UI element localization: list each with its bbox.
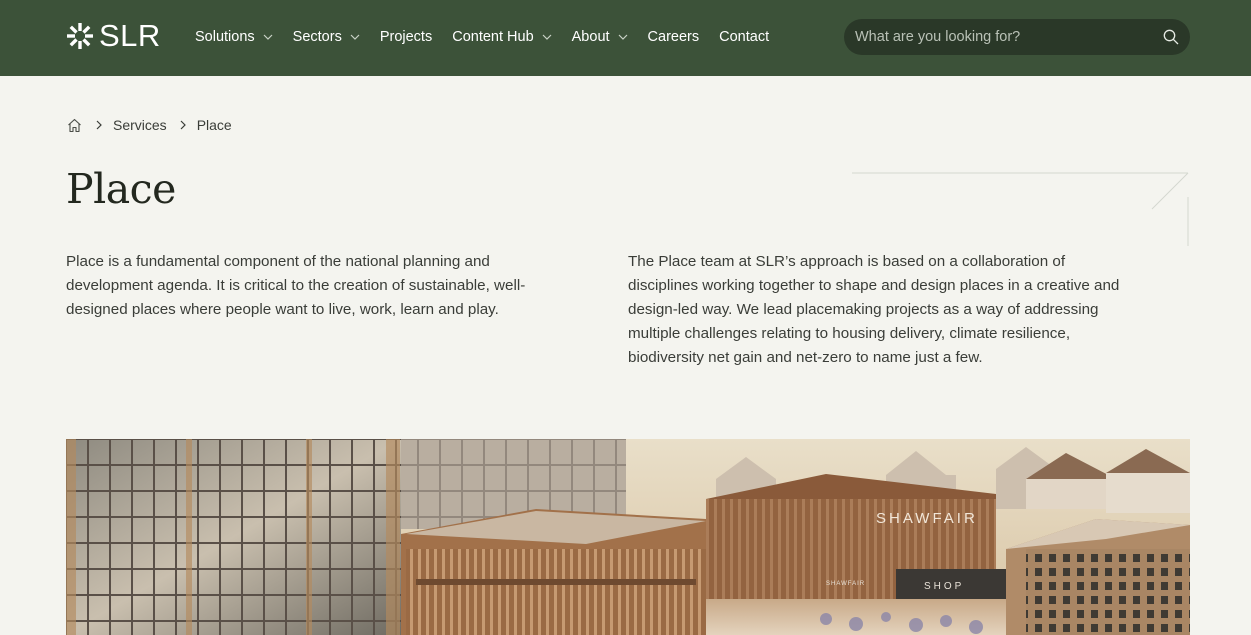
breadcrumb: Services Place bbox=[66, 116, 232, 134]
breadcrumb-current: Place bbox=[196, 117, 232, 133]
chevron-down-icon bbox=[542, 34, 552, 40]
slr-logo-mark-icon bbox=[67, 23, 93, 49]
nav-label: Sectors bbox=[292, 29, 342, 45]
nav-label: Careers bbox=[647, 29, 700, 45]
hero-image: SHAWFAIR SHOP SHAWFAIR bbox=[66, 439, 1190, 635]
hero-sign-shawfair-small: SHAWFAIR bbox=[826, 581, 865, 587]
slr-logo[interactable]: SLR bbox=[66, 20, 161, 52]
nav-projects[interactable]: Projects bbox=[380, 29, 432, 45]
nav-label: Content Hub bbox=[452, 29, 534, 45]
chevron-down-icon bbox=[263, 34, 273, 40]
logo-text: SLR bbox=[99, 18, 161, 53]
chevron-down-icon bbox=[618, 34, 627, 40]
home-icon[interactable] bbox=[66, 117, 83, 134]
page-title: Place bbox=[66, 165, 176, 213]
breadcrumb-services[interactable]: Services bbox=[113, 117, 167, 133]
nav-about[interactable]: About bbox=[572, 29, 628, 45]
hero-sign-shop: SHOP bbox=[924, 581, 964, 592]
nav-solutions[interactable]: Solutions bbox=[195, 29, 273, 45]
nav-content-hub[interactable]: Content Hub bbox=[452, 29, 552, 45]
chevron-right-icon bbox=[180, 120, 186, 130]
main-nav: Solutions Sectors Projects Content Hub A… bbox=[195, 26, 789, 48]
placemaking-rendering-image: SHAWFAIR SHOP SHAWFAIR bbox=[66, 439, 1190, 635]
hero-sign-shawfair: SHAWFAIR bbox=[876, 510, 978, 527]
intro-paragraph-left: Place is a fundamental component of the … bbox=[66, 253, 526, 318]
search-icon[interactable] bbox=[1162, 28, 1180, 46]
nav-careers[interactable]: Careers bbox=[648, 29, 700, 45]
nav-label: About bbox=[571, 29, 610, 45]
nav-sectors[interactable]: Sectors bbox=[293, 29, 360, 45]
chevron-down-icon bbox=[350, 34, 360, 40]
site-header: SLR Solutions Sectors Projects Content H… bbox=[0, 0, 1251, 76]
nav-label: Contact bbox=[719, 29, 770, 45]
search-input[interactable] bbox=[855, 29, 1145, 45]
nav-contact[interactable]: Contact bbox=[719, 29, 769, 45]
decorative-corner-lines bbox=[852, 172, 1189, 246]
search-box bbox=[844, 19, 1190, 55]
nav-label: Projects bbox=[379, 29, 433, 45]
intro-paragraph-right: The Place team at SLR’s approach is base… bbox=[628, 253, 1120, 366]
chevron-right-icon bbox=[96, 120, 102, 130]
nav-label: Solutions bbox=[195, 29, 255, 45]
